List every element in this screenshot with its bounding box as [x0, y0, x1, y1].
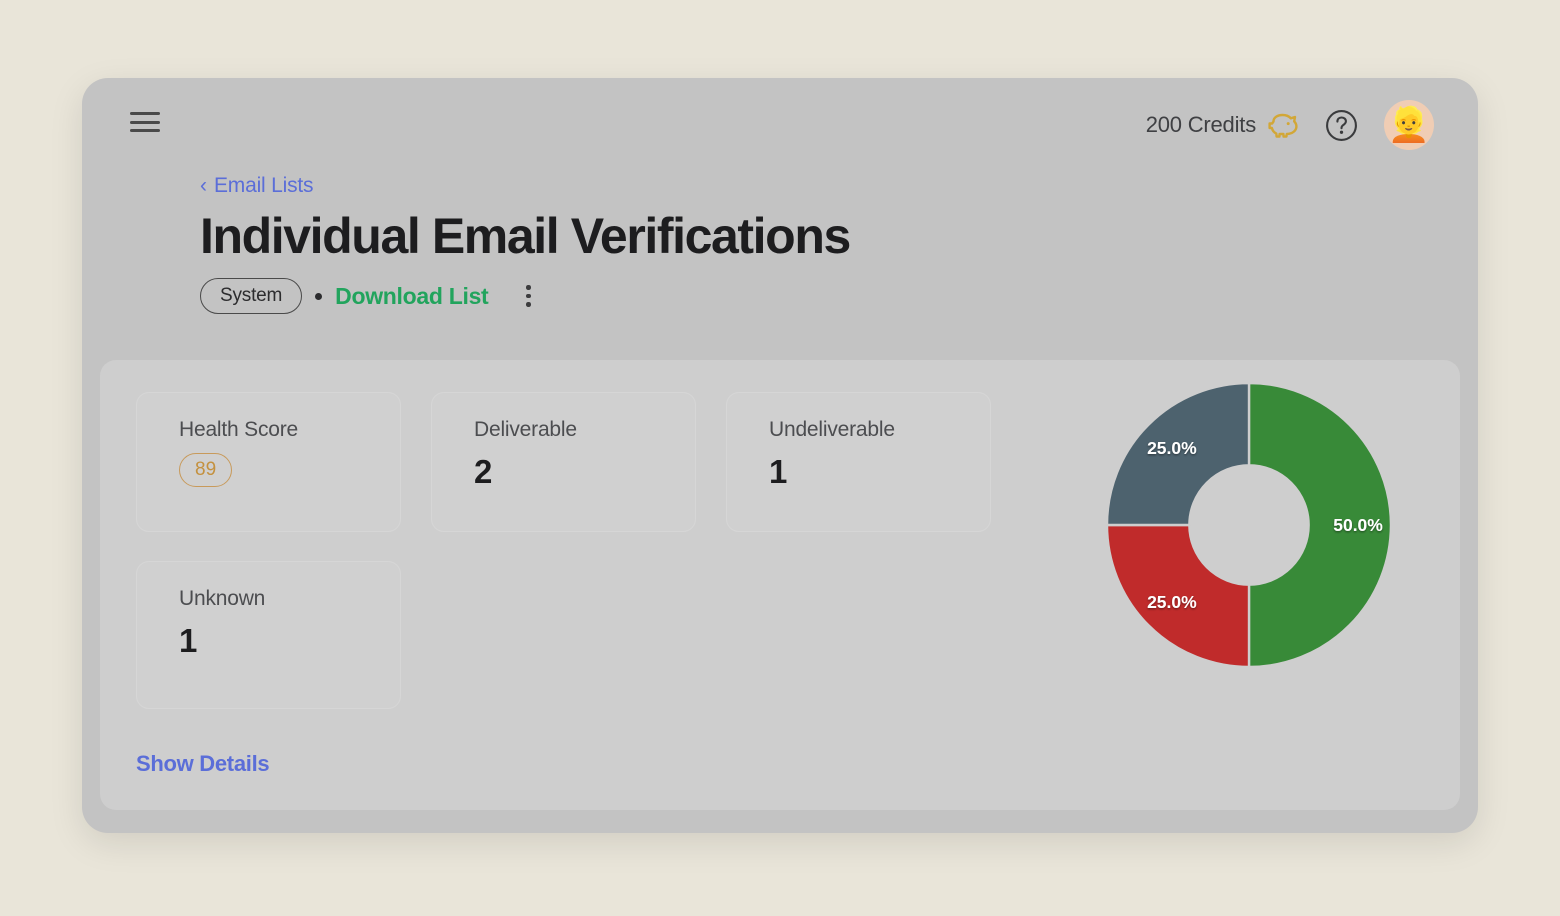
help-circle-icon[interactable] — [1325, 109, 1358, 142]
stat-label: Unknown — [179, 587, 266, 610]
summary-panel: Health Score 89 Deliverable 2 Undelivera… — [100, 360, 1460, 810]
stat-card-grid: Health Score 89 Deliverable 2 Undelivera… — [136, 392, 1016, 709]
stat-card-health-score[interactable]: Health Score 89 — [136, 392, 401, 532]
donut-slice-label: 25.0% — [1147, 592, 1197, 612]
hamburger-line — [130, 120, 160, 124]
separator-dot — [315, 292, 323, 300]
credits-label: 200 Credits — [1145, 112, 1257, 137]
stat-label: Deliverable — [474, 418, 577, 441]
user-avatar[interactable]: 👱 — [1384, 100, 1434, 150]
stat-label: Undeliverable — [769, 418, 895, 441]
top-bar: 200 Credits 👱 — [82, 78, 1478, 170]
download-list-button[interactable]: Download List — [335, 283, 489, 310]
donut-slice-label: 50.0% — [1333, 515, 1383, 535]
hamburger-line — [130, 112, 160, 115]
show-details-link[interactable]: Show Details — [136, 751, 270, 777]
piggy-bank-icon — [1268, 113, 1298, 138]
stat-label: Health Score — [179, 418, 298, 441]
chevron-left-icon: ‹ — [200, 173, 207, 197]
donut-slice-label: 25.0% — [1147, 438, 1197, 458]
page-header: ‹ Email Lists Individual Email Verificat… — [82, 170, 1478, 314]
hamburger-line — [130, 129, 160, 132]
credits-button[interactable]: 200 Credits — [1146, 112, 1299, 138]
kebab-menu-icon[interactable] — [517, 281, 539, 311]
breadcrumb[interactable]: ‹ Email Lists — [200, 173, 314, 198]
page-title: Individual Email Verifications — [200, 208, 851, 264]
stat-card-deliverable[interactable]: Deliverable 2 — [431, 392, 696, 532]
app-window: 200 Credits 👱 ‹ Email Lists Individual E… — [82, 78, 1478, 833]
page-meta-row: System Download List — [200, 278, 1478, 314]
stat-card-undeliverable[interactable]: Undeliverable 1 — [726, 392, 991, 532]
stat-value: 1 — [179, 622, 197, 659]
breadcrumb-link-email-lists: Email Lists — [214, 174, 314, 197]
top-bar-actions: 200 Credits 👱 — [1146, 100, 1434, 150]
stat-value: 1 — [769, 453, 787, 490]
kebab-dot — [526, 285, 531, 290]
avatar-glyph: 👱 — [1387, 106, 1431, 144]
status-badge-system[interactable]: System — [200, 278, 303, 314]
health-score-badge: 89 — [179, 453, 233, 487]
kebab-dot — [526, 293, 531, 299]
stat-value: 2 — [474, 453, 492, 490]
stat-card-unknown[interactable]: Unknown 1 — [136, 561, 401, 709]
hamburger-menu-icon[interactable] — [130, 108, 164, 136]
verification-donut-chart: 50.0% 25.0% 25.0% — [1106, 382, 1392, 668]
donut-chart-svg: 50.0% 25.0% 25.0% — [1106, 382, 1392, 668]
kebab-dot — [526, 302, 531, 307]
